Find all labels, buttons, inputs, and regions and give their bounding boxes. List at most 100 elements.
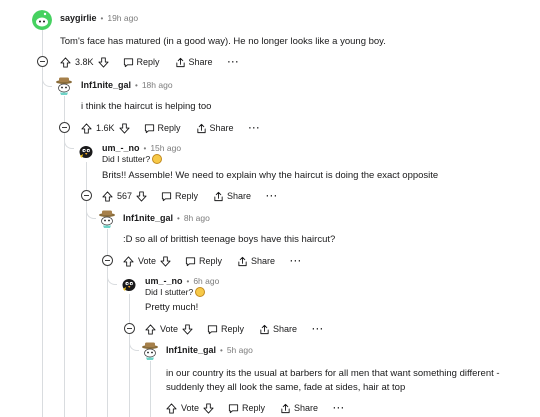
more-options-button[interactable]: ···: [333, 403, 345, 413]
speech-bubble-icon: [123, 57, 134, 68]
vote-count: 3.8K: [75, 57, 94, 67]
more-options-button[interactable]: ···: [266, 191, 278, 201]
collapse-minus-icon[interactable]: [81, 190, 92, 201]
timestamp[interactable]: 19h ago: [107, 13, 138, 23]
collapse-minus-icon[interactable]: [124, 323, 135, 334]
user-flair: Did I stutter?: [102, 154, 163, 164]
separator-dot: •: [135, 80, 138, 90]
avatar[interactable]: [32, 10, 52, 30]
vote-control: 3.8K: [60, 57, 109, 68]
arrow-down-icon[interactable]: [203, 403, 214, 414]
flair-text: Did I stutter?: [102, 154, 151, 164]
share-button[interactable]: Share: [237, 256, 275, 267]
reply-button[interactable]: Reply: [207, 324, 244, 335]
comment-actions: 1.6K Reply Share ···: [81, 121, 261, 135]
speech-bubble-icon: [228, 403, 239, 414]
arrow-down-icon[interactable]: [98, 57, 109, 68]
green-snoo-avatar-icon: [32, 10, 52, 30]
reply-button[interactable]: Reply: [228, 403, 265, 414]
arrow-up-icon[interactable]: [60, 57, 71, 68]
arrow-up-icon[interactable]: [166, 403, 177, 414]
timestamp[interactable]: 15h ago: [150, 143, 181, 153]
thread-line-level-4[interactable]: [129, 294, 130, 417]
username[interactable]: Inf1nite_gal: [166, 345, 216, 355]
avatar[interactable]: [76, 141, 96, 161]
speech-bubble-icon: [144, 123, 155, 134]
reply-button[interactable]: Reply: [123, 57, 160, 68]
avatar[interactable]: [54, 76, 74, 96]
reply-button[interactable]: Reply: [144, 123, 181, 134]
more-options-button[interactable]: ···: [290, 256, 302, 266]
vote-count: 567: [117, 191, 133, 201]
separator-dot: •: [143, 143, 147, 153]
share-button[interactable]: Share: [213, 191, 251, 202]
arrow-up-icon[interactable]: [81, 123, 92, 134]
black-bird-avatar-icon: [76, 141, 96, 161]
collapse-minus-icon[interactable]: [37, 56, 48, 67]
share-icon: [175, 57, 186, 68]
smiley-emoji-icon: [152, 154, 163, 164]
username[interactable]: um_-_no: [145, 276, 183, 286]
comment-actions: Vote Reply Share ···: [123, 254, 302, 268]
comment-body: Pretty much!: [145, 302, 199, 313]
comment-body-line-2: suddenly they all look the same, fade at…: [166, 382, 406, 393]
username[interactable]: um_-_no: [102, 143, 140, 153]
thread-line-level-5[interactable]: [150, 360, 151, 417]
share-label: Share: [294, 403, 319, 413]
timestamp[interactable]: 18h ago: [142, 80, 173, 90]
collapse-minus-icon[interactable]: [102, 255, 113, 266]
arrow-down-icon[interactable]: [136, 191, 147, 202]
comment-meta: saygirlie • 19h ago: [60, 13, 138, 23]
collapse-minus-icon[interactable]: [59, 122, 70, 133]
thread-elbow: [86, 205, 96, 219]
speech-bubble-icon: [207, 324, 218, 335]
separator-dot: •: [220, 345, 223, 355]
arrow-up-icon[interactable]: [102, 191, 113, 202]
arrow-up-icon[interactable]: [123, 256, 134, 267]
thread-elbow: [107, 271, 117, 285]
comment-actions: Vote Reply Share ···: [166, 401, 345, 415]
separator-dot: •: [177, 213, 180, 223]
more-options-button[interactable]: ···: [249, 123, 261, 133]
reply-label: Reply: [136, 57, 160, 67]
hat-snoo-avatar-icon: [97, 209, 117, 229]
speech-bubble-icon: [161, 191, 172, 202]
smiley-emoji-icon: [195, 287, 206, 297]
timestamp[interactable]: 8h ago: [184, 213, 210, 223]
username[interactable]: Inf1nite_gal: [81, 80, 131, 90]
flair-text: Did I stutter?: [145, 287, 194, 297]
more-options-button[interactable]: ···: [228, 57, 240, 67]
black-bird-avatar-icon: [119, 274, 139, 294]
avatar[interactable]: [97, 209, 117, 229]
arrow-up-icon[interactable]: [145, 324, 156, 335]
avatar[interactable]: [140, 341, 160, 361]
share-label: Share: [188, 57, 213, 67]
vote-control: 567: [102, 191, 147, 202]
avatar[interactable]: [119, 274, 139, 294]
reply-button[interactable]: Reply: [161, 191, 198, 202]
username[interactable]: Inf1nite_gal: [123, 213, 173, 223]
reply-button[interactable]: Reply: [185, 256, 222, 267]
more-options-button[interactable]: ···: [312, 324, 324, 334]
timestamp[interactable]: 6h ago: [193, 276, 219, 286]
thread-elbow: [42, 75, 52, 87]
share-button[interactable]: Share: [280, 403, 318, 414]
share-button[interactable]: Share: [196, 123, 234, 134]
separator-dot: •: [100, 13, 104, 23]
share-button[interactable]: Share: [259, 324, 297, 335]
timestamp[interactable]: 5h ago: [227, 345, 253, 355]
share-button[interactable]: Share: [175, 57, 213, 68]
reply-label: Reply: [175, 191, 199, 201]
share-icon: [259, 324, 270, 335]
thread-line-level-0[interactable]: [42, 30, 43, 417]
arrow-down-icon[interactable]: [182, 324, 193, 335]
share-label: Share: [251, 256, 276, 266]
comment-actions: 567 Reply Share ···: [102, 189, 278, 203]
arrow-down-icon[interactable]: [119, 123, 130, 134]
arrow-down-icon[interactable]: [160, 256, 171, 267]
comment-body: Brits!! Assemble! We need to explain why…: [102, 170, 439, 181]
share-label: Share: [227, 191, 252, 201]
hat-snoo-avatar-icon: [140, 341, 160, 361]
comment-actions: 3.8K Reply Share ···: [60, 55, 240, 69]
username[interactable]: saygirlie: [60, 13, 97, 23]
